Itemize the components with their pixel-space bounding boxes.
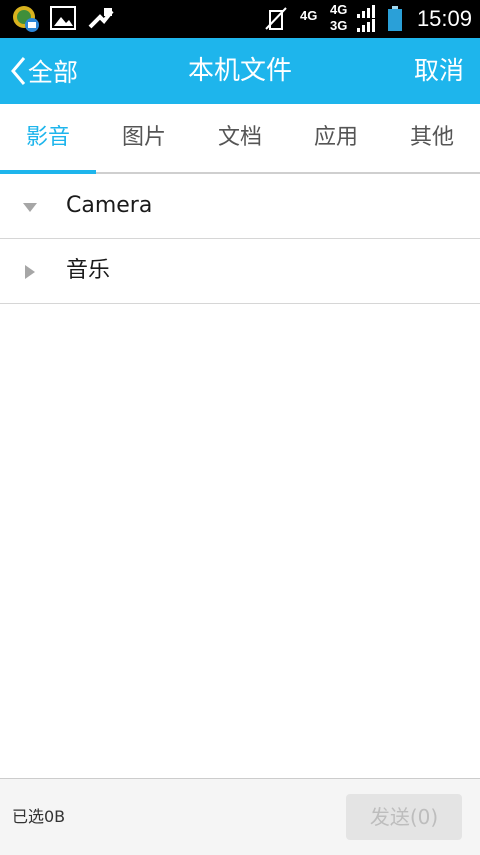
tab-media[interactable]: 影音: [0, 104, 96, 172]
network-type-2a: 4G: [330, 2, 348, 17]
clock: 15:09: [416, 6, 472, 31]
folder-row-music[interactable]: 音乐: [0, 239, 480, 304]
gallery-icon: [50, 5, 76, 35]
network-type-2b: 3G: [330, 18, 348, 33]
tab-apps[interactable]: 应用: [288, 104, 384, 172]
tab-documents[interactable]: 文档: [192, 104, 288, 172]
signal-icon: [356, 4, 378, 38]
app-notification-icon: [12, 5, 40, 37]
tab-other[interactable]: 其他: [384, 104, 480, 172]
footer-bar: 已选0B 发送(0): [0, 778, 480, 855]
title-bar: 全部 本机文件 取消: [0, 38, 480, 104]
folder-name: 音乐: [66, 258, 111, 283]
folder-name: Camera: [66, 193, 153, 218]
tab-images[interactable]: 图片: [96, 104, 192, 172]
collapsed-arrow-icon: [22, 264, 38, 284]
cancel-button[interactable]: 取消: [414, 38, 464, 104]
back-button-label: 全部: [28, 58, 79, 87]
selected-size-label: 已选0B: [12, 807, 66, 826]
network-type-1: 4G: [300, 8, 318, 23]
folder-row-camera[interactable]: Camera: [0, 174, 480, 239]
expanded-arrow-icon: [22, 199, 38, 218]
category-tabs: 影音 图片 文档 应用 其他: [0, 104, 480, 174]
battery-icon: [386, 6, 404, 36]
mute-icon: [262, 5, 290, 37]
send-button[interactable]: 发送(0): [346, 794, 462, 840]
status-bar: 4G 4G 3G 15:09: [0, 0, 480, 38]
chevron-left-icon: [11, 57, 26, 85]
usb-debug-icon: [86, 5, 114, 37]
back-button[interactable]: 全部: [10, 38, 78, 104]
